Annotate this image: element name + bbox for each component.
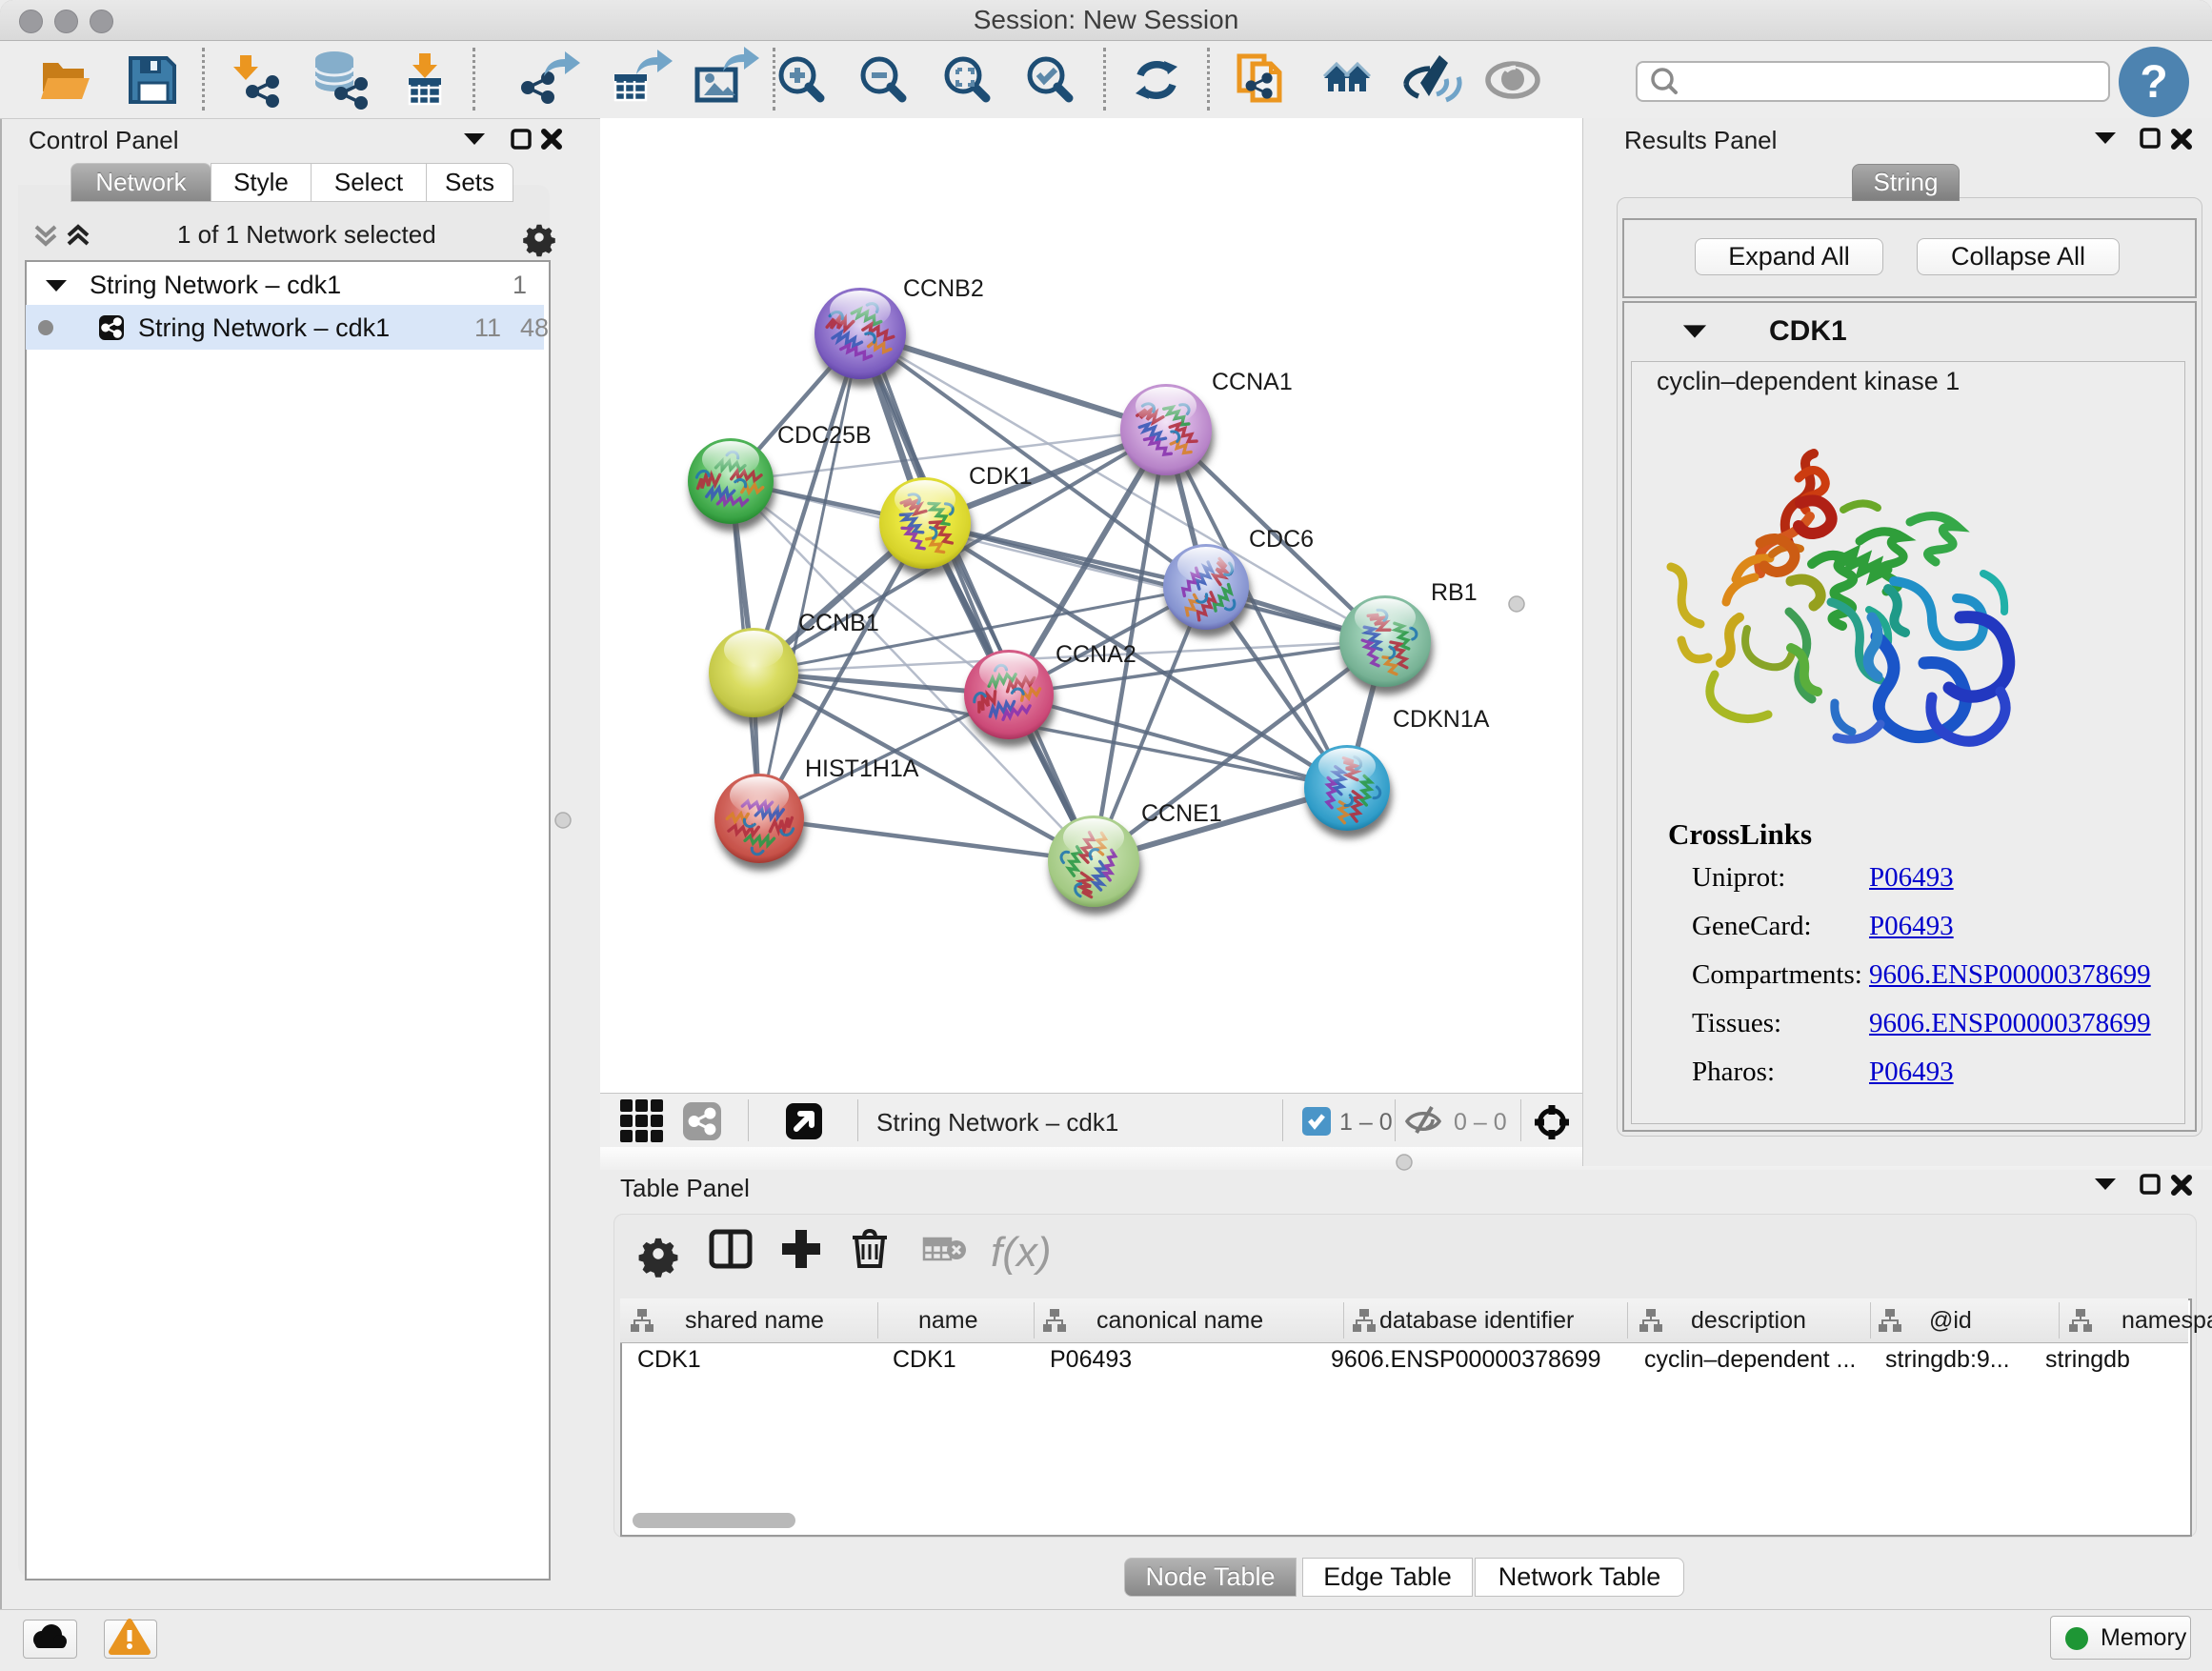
svg-text:f(x): f(x) [991, 1229, 1052, 1276]
